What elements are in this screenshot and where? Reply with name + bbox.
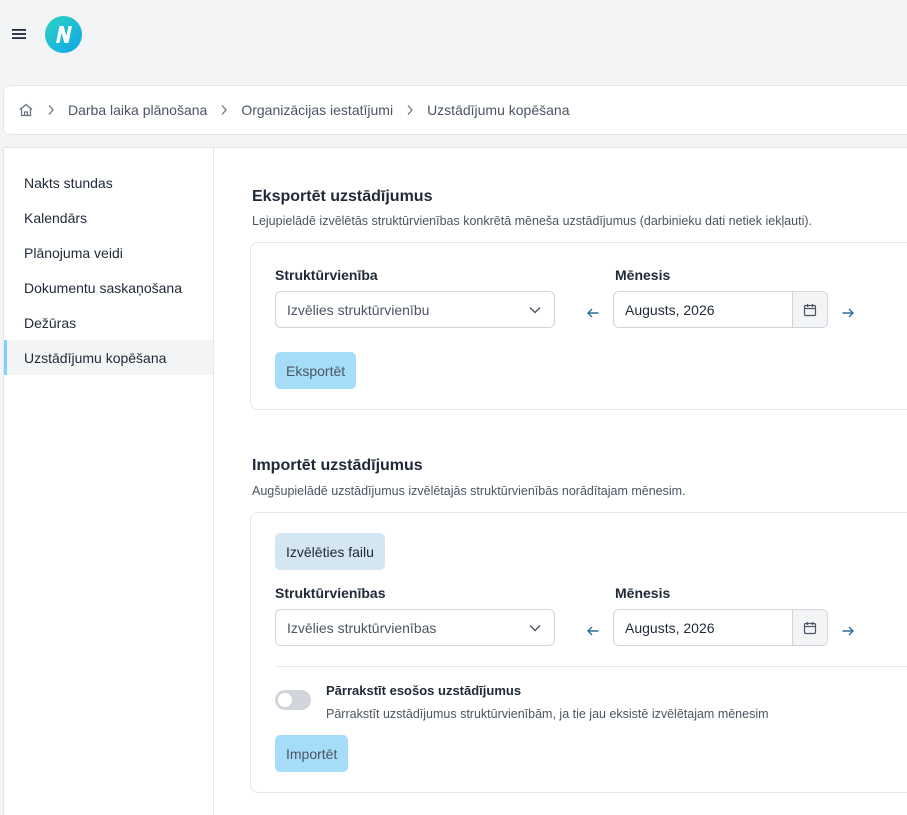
- chevron-right-icon: [405, 104, 415, 116]
- import-title: Importēt uzstādījumus: [252, 457, 423, 474]
- import-units-select[interactable]: Izvēlies struktūrvienības: [275, 609, 555, 646]
- sidebar-item-calendar[interactable]: Kalendārs: [4, 200, 213, 235]
- sidebar-item-night-hours[interactable]: Nakts stundas: [4, 165, 213, 200]
- sidebar-item-settings-copy[interactable]: Uzstādījumu kopēšana: [4, 340, 213, 375]
- chevron-down-icon: [528, 303, 542, 320]
- home-icon[interactable]: [18, 102, 34, 118]
- arrow-left-icon[interactable]: [583, 303, 603, 323]
- menu-icon[interactable]: [10, 25, 28, 43]
- sidebar: Nakts stundas Kalendārs Plānojuma veidi …: [3, 147, 214, 815]
- export-month-picker[interactable]: Augusts, 2026: [613, 291, 828, 328]
- logo-icon[interactable]: [45, 16, 82, 53]
- sidebar-item-document-approval[interactable]: Dokumentu saskaņošana: [4, 270, 213, 305]
- import-units-label: Struktūrvienības: [275, 585, 386, 601]
- export-unit-label: Struktūrvienība: [275, 267, 378, 283]
- import-month-value: Augusts, 2026: [625, 619, 715, 636]
- top-bar: [0, 0, 907, 70]
- import-month-picker[interactable]: Augusts, 2026: [613, 609, 828, 646]
- calendar-icon[interactable]: [792, 292, 827, 327]
- export-unit-placeholder: Izvēlies struktūrvienību: [287, 301, 430, 318]
- arrow-left-icon[interactable]: [583, 621, 603, 641]
- export-month-value: Augusts, 2026: [625, 301, 715, 318]
- breadcrumb-item-org-settings[interactable]: Organizācijas iestatījumi: [241, 102, 393, 118]
- divider: [275, 666, 907, 667]
- breadcrumb: Darba laika plānošana Organizācijas iest…: [3, 85, 907, 135]
- sidebar-item-duties[interactable]: Dežūras: [4, 305, 213, 340]
- arrow-right-icon[interactable]: [838, 303, 858, 323]
- export-unit-select[interactable]: Izvēlies struktūrvienību: [275, 291, 555, 328]
- import-description: Augšupielādē uzstādījumus izvēlētajās st…: [252, 484, 686, 498]
- chevron-right-icon: [46, 104, 56, 116]
- overwrite-title: Pārrakstīt esošos uzstādījumus: [326, 683, 522, 698]
- import-card: Izvēlēties failu Struktūrvienības Izvēli…: [250, 512, 907, 793]
- overwrite-description: Pārrakstīt uzstādījumus struktūrvienībām…: [326, 707, 769, 721]
- import-units-placeholder: Izvēlies struktūrvienības: [287, 619, 437, 636]
- import-month-label: Mēnesis: [615, 585, 671, 601]
- chevron-right-icon: [219, 104, 229, 116]
- calendar-icon[interactable]: [792, 610, 827, 645]
- export-card: Struktūrvienība Izvēlies struktūrvienību…: [250, 242, 907, 410]
- chevron-down-icon: [528, 621, 542, 638]
- choose-file-button[interactable]: Izvēlēties failu: [275, 533, 385, 570]
- export-month-label: Mēnesis: [615, 267, 671, 283]
- export-button[interactable]: Eksportēt: [275, 352, 357, 389]
- arrow-right-icon[interactable]: [838, 621, 858, 641]
- breadcrumb-item-planning[interactable]: Darba laika plānošana: [68, 102, 207, 118]
- sidebar-item-plan-types[interactable]: Plānojuma veidi: [4, 235, 213, 270]
- export-title: Eksportēt uzstādījumus: [252, 188, 433, 205]
- breadcrumb-current: Uzstādījumu kopēšana: [427, 102, 570, 118]
- main-content: Eksportēt uzstādījumus Lejupielādē izvēl…: [214, 147, 907, 815]
- overwrite-toggle[interactable]: [275, 690, 311, 710]
- export-description: Lejupielādē izvēlētās struktūrvienības k…: [252, 214, 813, 228]
- import-button[interactable]: Importēt: [275, 735, 349, 772]
- toggle-knob: [278, 693, 292, 707]
